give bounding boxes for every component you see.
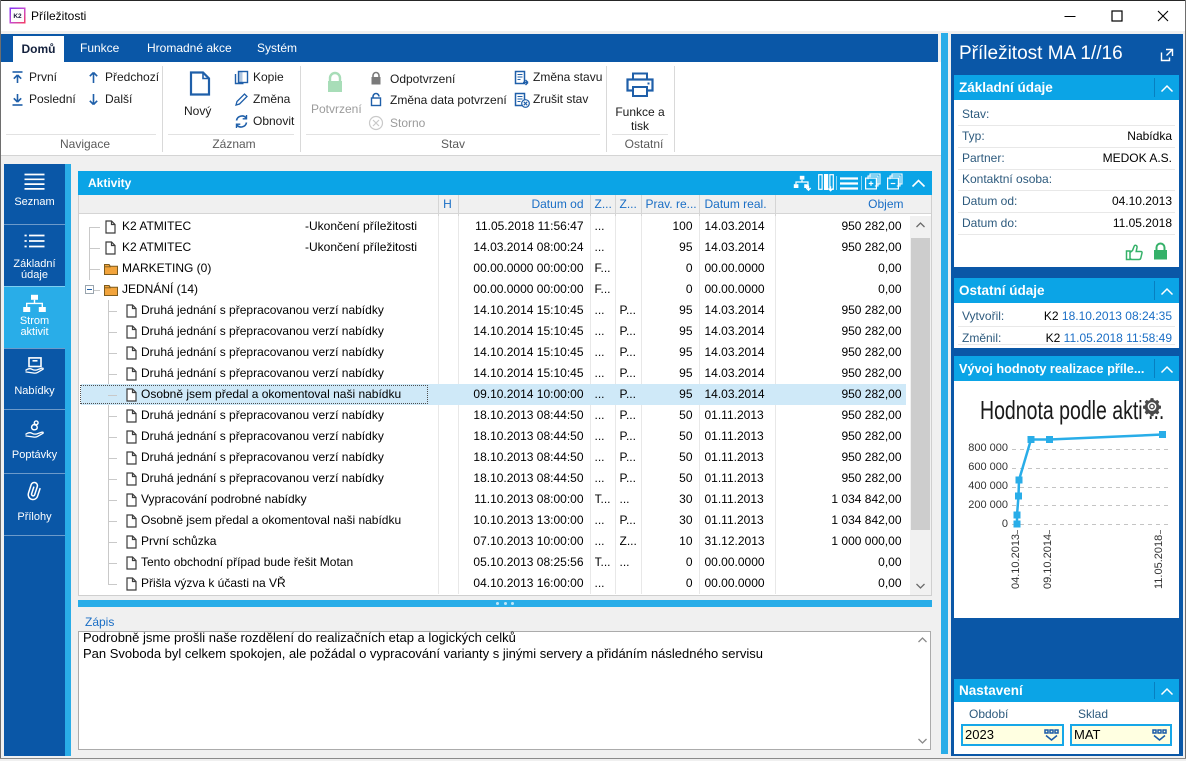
svg-text:K2: K2 xyxy=(13,13,22,20)
